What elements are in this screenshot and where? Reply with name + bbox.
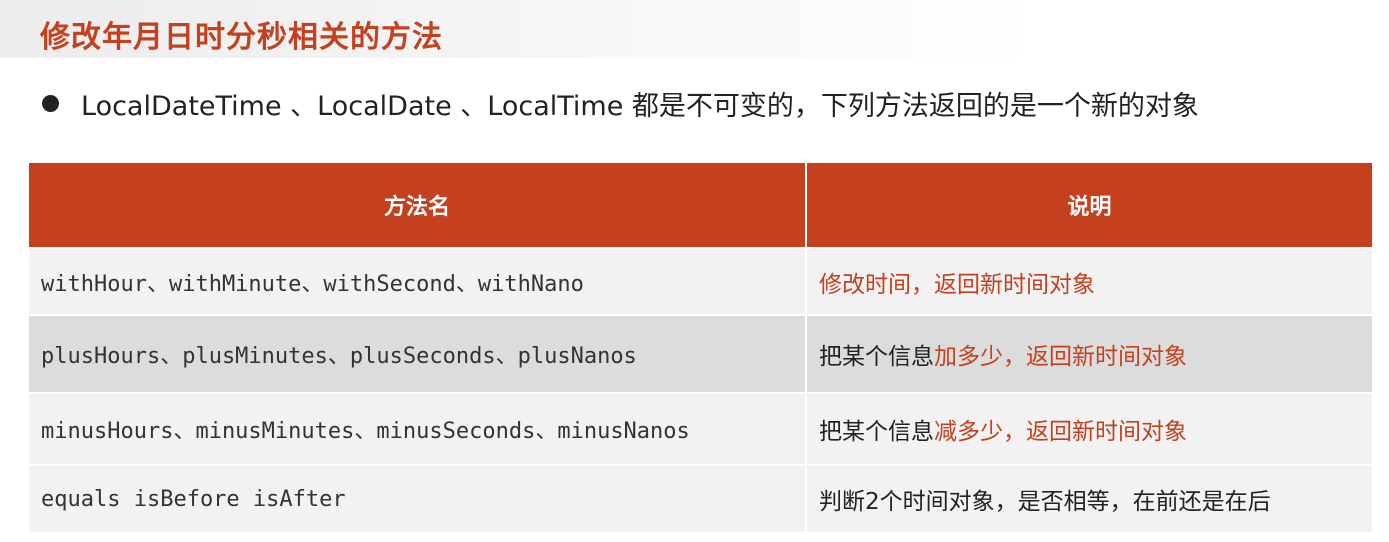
table-row: minusHours、minusMinutes、minusSeconds、min…: [29, 392, 1372, 465]
method-cell: equals isBefore isAfter: [29, 464, 807, 532]
bullet-line: LocalDateTime 、LocalDate 、LocalTime 都是不可…: [42, 84, 1199, 123]
description-highlight: 减多少，返回新时间对象: [934, 419, 1187, 445]
description-cell: 判断2个时间对象，是否相等，在前还是在后: [806, 464, 1372, 532]
method-cell: minusHours、minusMinutes、minusSeconds、min…: [29, 392, 807, 465]
description-plain: 把某个信息: [819, 344, 934, 370]
bullet-dot-icon: [42, 95, 59, 112]
methods-table: 方法名 说明 withHour、withMinute、withSecond、wi…: [29, 163, 1372, 532]
header-method-name: 方法名: [29, 163, 807, 248]
description-cell: 把某个信息减多少，返回新时间对象: [806, 392, 1372, 465]
table-row: withHour、withMinute、withSecond、withNano …: [29, 247, 1372, 315]
description-highlight: 修改时间，返回新时间对象: [819, 271, 1095, 298]
description-plain: 把某个信息: [819, 419, 934, 445]
method-cell: withHour、withMinute、withSecond、withNano: [29, 247, 807, 315]
description-plain: 判断2个时间对象，是否相等，在前还是在后: [819, 489, 1271, 515]
header-description: 说明: [806, 163, 1372, 248]
description-cell: 修改时间，返回新时间对象: [806, 247, 1372, 315]
title-bar: 修改年月日时分秒相关的方法: [0, 0, 1389, 58]
description-highlight: 加多少，返回新时间对象: [934, 344, 1187, 370]
table-row: equals isBefore isAfter 判断2个时间对象，是否相等，在前…: [29, 464, 1372, 532]
slide-title: 修改年月日时分秒相关的方法: [40, 20, 443, 55]
bullet-text: LocalDateTime 、LocalDate 、LocalTime 都是不可…: [81, 91, 1199, 122]
table-header-row: 方法名 说明: [29, 163, 1372, 248]
description-cell: 把某个信息加多少，返回新时间对象: [806, 314, 1372, 393]
table-row: plusHours、plusMinutes、plusSeconds、plusNa…: [29, 314, 1372, 393]
method-cell: plusHours、plusMinutes、plusSeconds、plusNa…: [29, 314, 807, 393]
